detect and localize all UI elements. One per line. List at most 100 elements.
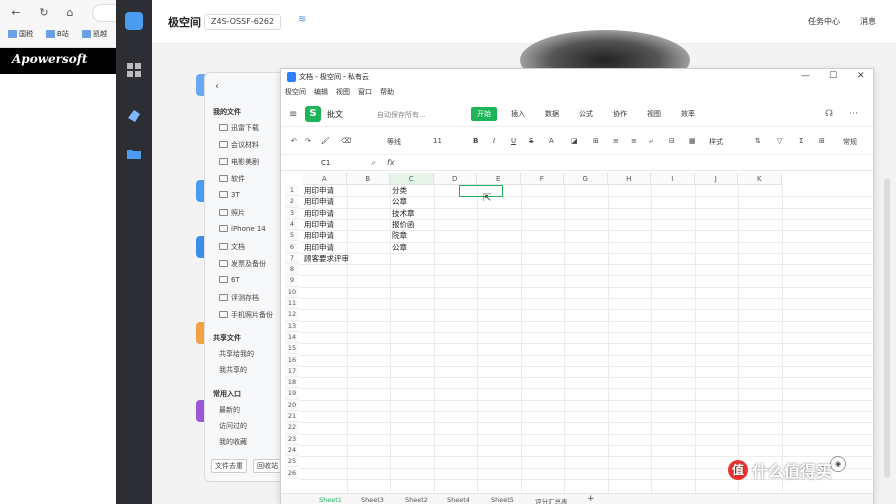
bird-icon[interactable] [126, 108, 142, 124]
folder-item[interactable]: 3T [219, 191, 285, 199]
row-header[interactable]: 4 [285, 218, 299, 231]
cell[interactable]: 报价函 [392, 219, 415, 230]
maximize-icon[interactable]: ☐ [829, 71, 837, 81]
font-select[interactable]: 等线 [387, 137, 401, 147]
row-header[interactable]: 17 [285, 365, 299, 378]
column-header[interactable]: D [433, 173, 477, 185]
row-header[interactable]: 19 [285, 388, 299, 400]
column-header[interactable]: I [651, 173, 695, 185]
cell[interactable]: 分类 [392, 185, 407, 196]
device-selector[interactable]: Z4S-OSSF-6262 [204, 14, 282, 30]
tab-start[interactable]: 开始 [471, 107, 497, 121]
tab-data[interactable]: 数据 [539, 107, 565, 121]
sheet-tab[interactable]: Sheet1 [319, 496, 342, 504]
row-header[interactable]: 5 [285, 230, 299, 242]
sheet-tab[interactable]: 评分汇总表 [535, 496, 568, 504]
bookmark-item[interactable]: 国税 [8, 29, 33, 39]
row-header[interactable]: 7 [285, 252, 299, 265]
back-nav-icon[interactable]: ‹ [215, 81, 219, 92]
align-center-icon[interactable]: ≡ [631, 137, 637, 145]
cell[interactable]: 院章 [392, 230, 407, 241]
row-header[interactable]: 12 [285, 309, 299, 321]
row-header[interactable]: 13 [285, 320, 299, 332]
sheet-tab[interactable]: Sheet4 [447, 496, 470, 504]
row-header[interactable]: 6 [285, 241, 299, 253]
row-header[interactable]: 9 [285, 275, 299, 287]
cell[interactable]: 用印申请 [304, 219, 334, 230]
column-header[interactable]: C [390, 173, 434, 185]
row-header[interactable]: 20 [285, 399, 299, 411]
row-header[interactable]: 14 [285, 331, 299, 344]
recycle-bin-button[interactable]: 回收站 [253, 459, 282, 473]
row-header[interactable]: 3 [285, 207, 299, 219]
bookmark-item[interactable]: 凯越 [82, 29, 107, 39]
close-icon[interactable]: ✕ [857, 71, 865, 81]
row-header[interactable]: 15 [285, 343, 299, 355]
folder-item[interactable]: 评测存档 [219, 293, 285, 303]
common-section[interactable]: 常用入口 [213, 389, 241, 399]
menu-icon[interactable]: ≡ [289, 109, 297, 120]
folder-item[interactable]: 照片 [219, 208, 285, 218]
menu-item[interactable]: 帮助 [380, 87, 394, 97]
more-icon[interactable]: ⋯ [849, 109, 858, 119]
font-size-select[interactable]: 11 [433, 137, 442, 145]
menu-item[interactable]: 视图 [336, 87, 350, 97]
shared-item[interactable]: 我共享的 [219, 365, 285, 375]
folder-item[interactable]: 6T [219, 276, 285, 284]
column-header[interactable]: H [607, 173, 651, 185]
row-header[interactable]: 16 [285, 354, 299, 366]
minimize-icon[interactable]: — [801, 71, 810, 81]
folder-item[interactable]: 软件 [219, 174, 285, 184]
merge-icon[interactable]: ⊟ [669, 137, 675, 145]
cell[interactable]: 公章 [392, 196, 407, 207]
document-name[interactable]: 批文 [327, 109, 343, 120]
cell[interactable]: 用印申请 [304, 208, 334, 219]
row-header[interactable]: 10 [285, 286, 299, 298]
sheet-tab[interactable]: Sheet5 [491, 496, 514, 504]
zoom-icon[interactable]: ⌕ [371, 158, 375, 168]
cell[interactable]: 公章 [392, 242, 407, 253]
folder-item[interactable]: 发票及备份 [219, 259, 285, 269]
folder-item[interactable]: 迅雷下载 [219, 123, 285, 133]
font-color-icon[interactable]: A [549, 137, 554, 145]
sheet-tab[interactable]: Sheet2 [405, 496, 428, 504]
row-header[interactable]: 24 [285, 444, 299, 457]
cell[interactable]: 用印申请 [304, 185, 334, 196]
menu-item[interactable]: 编辑 [314, 87, 328, 97]
column-header[interactable]: F [520, 173, 564, 185]
tab-efficiency[interactable]: 效率 [675, 107, 701, 121]
row-header[interactable]: 21 [285, 411, 299, 423]
vertical-scrollbar[interactable] [884, 178, 890, 478]
notification-icon[interactable]: ☊ [825, 109, 833, 119]
tab-insert[interactable]: 插入 [505, 107, 531, 121]
bookmark-item[interactable]: B站 [46, 29, 69, 39]
home-icon[interactable]: ⌂ [64, 7, 76, 19]
folder-item[interactable]: 电影美剧 [219, 157, 285, 167]
align-left-icon[interactable]: ≡ [613, 137, 619, 145]
dedupe-button[interactable]: 文件去重 [211, 459, 247, 473]
number-format-select[interactable]: 常规 [843, 137, 857, 147]
redo-icon[interactable]: ↷ [305, 137, 311, 145]
shared-files-section[interactable]: 共享文件 [213, 333, 241, 343]
column-header[interactable]: G [564, 173, 608, 185]
add-sheet-icon[interactable]: + [587, 494, 595, 504]
folder-item[interactable]: 手机照片备份 [219, 310, 285, 320]
column-header[interactable]: E [477, 173, 521, 185]
common-item[interactable]: 最新的 [219, 405, 285, 415]
folder-icon[interactable] [126, 146, 142, 162]
column-header[interactable]: A [303, 173, 347, 185]
apps-grid-icon[interactable] [126, 62, 142, 78]
reload-icon[interactable]: ↻ [38, 7, 50, 19]
my-files-section[interactable]: 我的文件 [213, 107, 241, 117]
table-icon[interactable]: ⊞ [819, 137, 825, 145]
sheet-tab[interactable]: Sheet3 [361, 496, 384, 504]
messages-button[interactable]: 消息 [860, 16, 876, 27]
format-painter-icon[interactable]: 🖌 [321, 137, 330, 145]
row-header[interactable]: 22 [285, 422, 299, 434]
cell[interactable]: 用印申请 [304, 230, 334, 241]
folder-item[interactable]: iPhone 14 [219, 225, 285, 233]
common-item[interactable]: 访问过的 [219, 421, 285, 431]
row-header[interactable]: 18 [285, 377, 299, 389]
cell-format-icon[interactable]: ▦ [689, 137, 696, 145]
column-header[interactable]: J [694, 173, 738, 185]
